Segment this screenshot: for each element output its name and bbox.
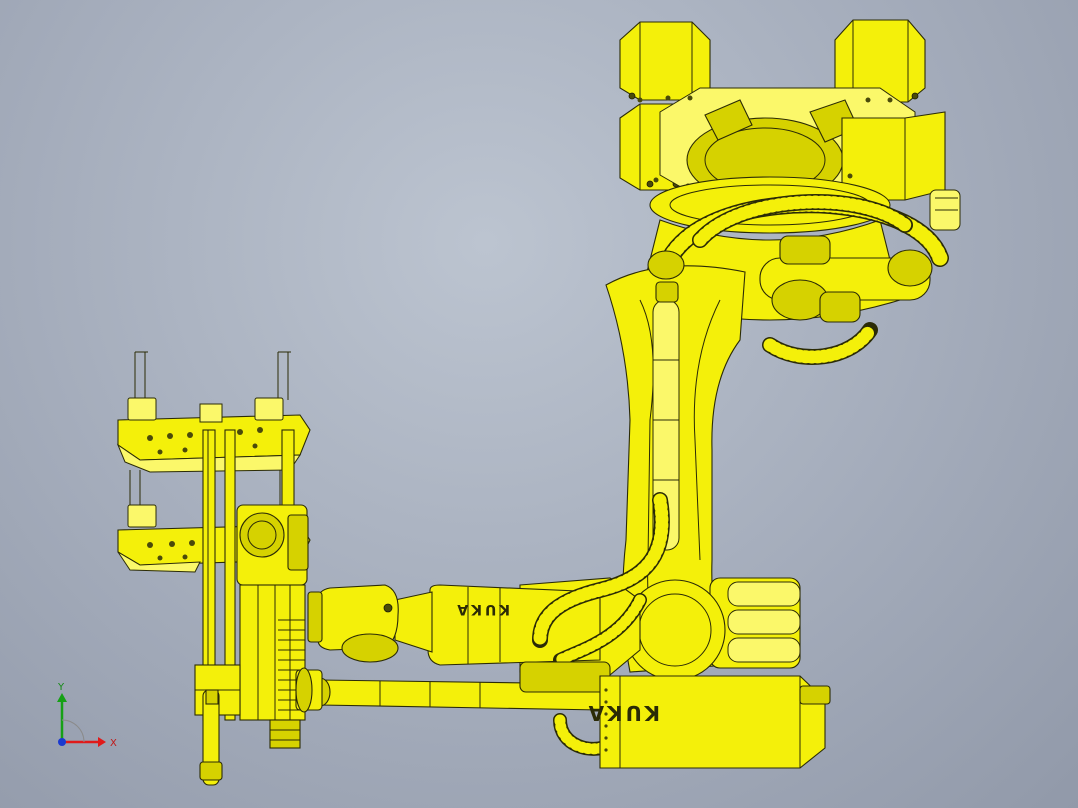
base-motor-top-left xyxy=(619,21,711,101)
y-axis-label: Y xyxy=(57,682,65,693)
z-axis-quarter-arc xyxy=(61,719,85,743)
x-axis-label: X xyxy=(110,738,117,749)
lower-link xyxy=(309,661,611,711)
axis-triad: X Y xyxy=(57,682,117,749)
x-axis-arrowhead xyxy=(98,737,106,747)
motor-box: KUKA xyxy=(586,675,831,769)
arm-brand-label: KUKA xyxy=(454,601,510,617)
elbow-motor-pack xyxy=(624,577,801,681)
y-axis-arrowhead xyxy=(57,693,67,702)
gripper-assembly xyxy=(116,351,323,786)
robot-scene: KUKA KUKA xyxy=(116,19,961,786)
z-axis-dot xyxy=(58,738,66,746)
motor-brand-label: KUKA xyxy=(586,701,660,725)
cad-viewport[interactable]: KUKA KUKA X Y xyxy=(0,0,1078,808)
